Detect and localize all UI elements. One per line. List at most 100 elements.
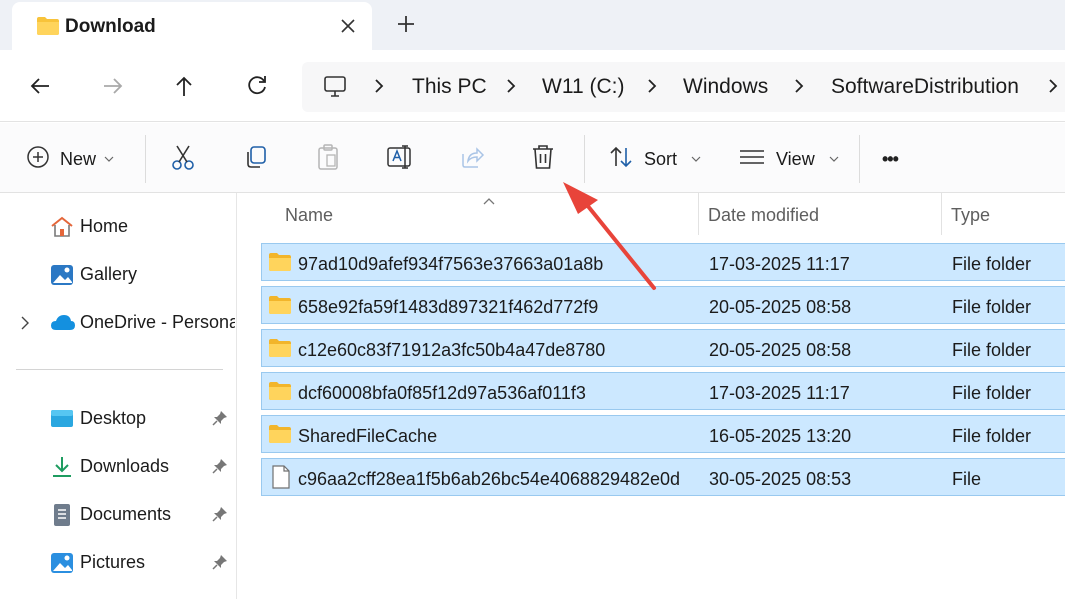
table-row[interactable]: 658e92fa59f1483d897321f462d772f9 20-05-20…	[261, 286, 1065, 324]
table-row[interactable]: SharedFileCache 16-05-2025 13:20 File fold…	[261, 415, 1065, 453]
chevron-right-icon	[645, 75, 659, 103]
file-name: c12e60c83f71912a3fc50b4a47de8780	[298, 340, 606, 360]
folder-icon	[268, 295, 292, 320]
copy-button[interactable]	[243, 143, 269, 175]
desktop-icon	[50, 407, 74, 431]
documents-icon	[50, 503, 74, 527]
sidebar-item-gallery[interactable]: Gallery	[0, 255, 237, 295]
toolbar-divider	[859, 135, 860, 183]
computer-icon	[322, 74, 348, 105]
navigation-pane: Home Gallery OneDrive - Persona Desktop …	[0, 193, 237, 599]
column-divider[interactable]	[698, 193, 699, 235]
delete-button[interactable]	[530, 143, 556, 175]
view-button[interactable]: View	[738, 143, 839, 175]
sidebar-item-home[interactable]: Home	[0, 207, 237, 247]
new-tab-button[interactable]	[392, 10, 420, 38]
chevron-down-icon	[691, 150, 701, 168]
breadcrumb-softwaredistribution[interactable]: SoftwareDistribution	[831, 75, 1019, 99]
sidebar-divider	[16, 369, 223, 370]
folder-icon	[268, 338, 292, 363]
sidebar-item-pictures[interactable]: Pictures	[0, 543, 237, 583]
column-divider[interactable]	[941, 193, 942, 235]
rename-button[interactable]	[386, 143, 414, 175]
pin-icon[interactable]	[212, 458, 228, 479]
column-header-type[interactable]: Type	[951, 205, 990, 226]
pin-icon[interactable]	[212, 410, 228, 431]
file-type: File folder	[952, 254, 1032, 274]
file-name: 97ad10d9afef934f7563e37663a01a8b	[298, 254, 604, 274]
clipboard-icon	[316, 143, 340, 176]
sidebar-item-label: OneDrive - Persona	[80, 312, 235, 332]
column-header-date[interactable]: Date modified	[708, 205, 819, 226]
sidebar-item-desktop[interactable]: Desktop	[0, 399, 237, 439]
pin-icon[interactable]	[212, 554, 228, 575]
file-list: Name Date modified Type 97ad10d9afef934f…	[238, 193, 1065, 599]
toolbar-divider	[584, 135, 585, 183]
table-row[interactable]: 97ad10d9afef934f7563e37663a01a8b 17-03-20…	[261, 243, 1065, 281]
tab-strip: Download	[0, 0, 1065, 50]
folder-icon	[36, 16, 60, 41]
navigation-bar: This PC W11 (C:) Windows SoftwareDistrib…	[0, 50, 1065, 122]
table-row[interactable]: dcf60008bfa0f85f12d97a536af011f3 17-03-20…	[261, 372, 1065, 410]
file-type: File folder	[952, 383, 1032, 403]
view-label: View	[776, 148, 815, 169]
chevron-down-icon	[829, 150, 839, 168]
cut-button[interactable]	[170, 143, 196, 175]
share-button[interactable]	[459, 143, 485, 175]
sidebar-item-onedrive[interactable]: OneDrive - Persona	[0, 303, 237, 343]
new-button[interactable]: New	[26, 143, 114, 175]
downloads-icon	[50, 455, 74, 479]
tab-download[interactable]: Download	[12, 2, 372, 50]
sidebar-item-documents[interactable]: Documents	[0, 495, 237, 535]
tab-title: Download	[65, 16, 156, 37]
rename-icon	[386, 144, 414, 175]
forward-icon[interactable]	[97, 70, 129, 102]
breadcrumb-this-pc[interactable]: This PC	[412, 75, 487, 99]
file-name: SharedFileCache	[298, 426, 438, 446]
close-tab-icon[interactable]	[334, 12, 362, 40]
gallery-icon	[50, 263, 74, 287]
chevron-right-icon	[504, 75, 518, 103]
up-icon[interactable]	[168, 70, 200, 102]
chevron-down-icon	[104, 150, 114, 168]
file-date-modified: 30-05-2025 08:53	[709, 469, 852, 489]
breadcrumb-w11-c[interactable]: W11 (C:)	[542, 75, 624, 99]
file-name: 658e92fa59f1483d897321f462d772f9	[298, 297, 599, 317]
more-icon: •••	[882, 148, 899, 169]
new-label: New	[60, 148, 97, 169]
file-name: dcf60008bfa0f85f12d97a536af011f3	[298, 383, 586, 403]
list-view-icon	[738, 147, 766, 172]
sidebar-item-label: Home	[80, 216, 129, 236]
sort-icon	[608, 145, 634, 174]
sidebar-item-downloads[interactable]: Downloads	[0, 447, 237, 487]
file-type: File folder	[952, 340, 1032, 360]
refresh-icon[interactable]	[241, 70, 273, 102]
folder-icon	[268, 381, 292, 406]
file-icon	[271, 465, 291, 494]
pictures-icon	[50, 551, 74, 575]
breadcrumb-windows[interactable]: Windows	[683, 75, 768, 99]
table-row[interactable]: c96aa2cff28ea1f5b6ab26bc54e4068829482e0d…	[261, 458, 1065, 496]
file-date-modified: 17-03-2025 11:17	[709, 254, 850, 274]
paste-button[interactable]	[316, 143, 340, 175]
more-options-button[interactable]: •••	[882, 143, 899, 175]
address-bar[interactable]: This PC W11 (C:) Windows SoftwareDistrib…	[302, 62, 1065, 112]
folder-icon	[268, 252, 292, 277]
sidebar-item-label: Gallery	[80, 264, 138, 284]
chevron-right-icon[interactable]	[20, 315, 30, 336]
folder-icon	[268, 424, 292, 449]
file-date-modified: 20-05-2025 08:58	[709, 340, 852, 360]
command-bar: New Sort View •••	[0, 123, 1065, 193]
sort-button[interactable]: Sort	[608, 143, 701, 175]
chevron-right-icon	[1046, 75, 1060, 103]
share-icon	[459, 144, 485, 175]
file-type: File folder	[952, 426, 1032, 446]
scissors-icon	[170, 143, 196, 176]
back-icon[interactable]	[24, 70, 56, 102]
chevron-right-icon	[792, 75, 806, 103]
table-row[interactable]: c12e60c83f71912a3fc50b4a47de8780 20-05-20…	[261, 329, 1065, 367]
file-date-modified: 20-05-2025 08:58	[709, 297, 852, 317]
pin-icon[interactable]	[212, 506, 228, 527]
column-header-name[interactable]: Name	[285, 205, 333, 226]
file-name: c96aa2cff28ea1f5b6ab26bc54e4068829482e0d	[298, 469, 681, 489]
